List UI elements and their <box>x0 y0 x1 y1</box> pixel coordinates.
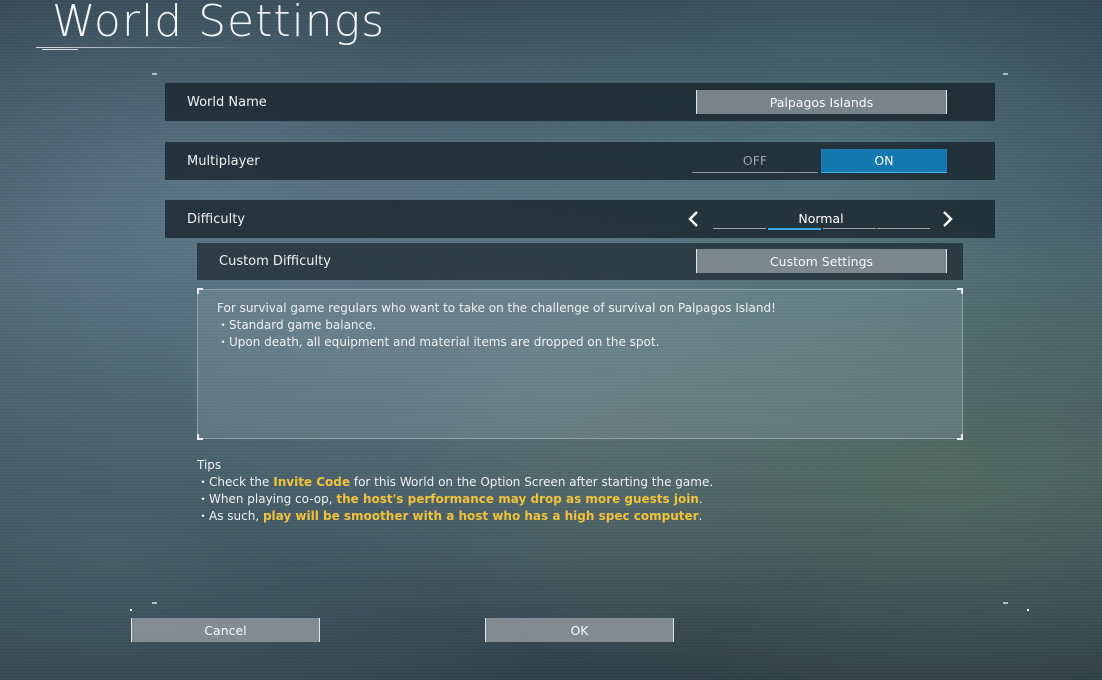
frame-corner <box>152 602 157 604</box>
tip-highlight: the host's performance may drop as more … <box>336 492 699 506</box>
multiplayer-row: Multiplayer OFF ON <box>165 142 995 180</box>
panel-bracket <box>197 288 203 294</box>
cancel-button[interactable]: Cancel <box>131 618 320 642</box>
title-underline <box>36 47 246 48</box>
multiplayer-label: Multiplayer <box>187 153 260 169</box>
difficulty-segment <box>823 228 876 229</box>
panel-bracket <box>957 288 963 294</box>
difficulty-value: Normal <box>798 211 844 226</box>
description-line: ・Upon death, all equipment and material … <box>217 335 660 349</box>
difficulty-segment <box>877 228 930 229</box>
tip-text: ・Check the <box>197 475 274 489</box>
tips-section: Tips ・Check the Invite Code for this Wor… <box>197 457 713 525</box>
tip-line: ・When playing co-op, the host's performa… <box>197 491 713 508</box>
difficulty-segment <box>713 228 766 229</box>
tips-heading: Tips <box>197 458 222 472</box>
frame-corner <box>1003 73 1008 75</box>
tip-text: ・When playing co-op, <box>197 492 337 506</box>
description-line: ・Standard game balance. <box>217 318 377 332</box>
difficulty-label: Difficulty <box>187 211 245 227</box>
difficulty-row: Difficulty Normal <box>165 200 995 238</box>
tip-text: . <box>698 509 703 523</box>
world-name-label: World Name <box>187 94 267 110</box>
world-name-row: World Name Palpagos Islands <box>165 83 995 121</box>
tip-highlight: play will be smoother with a host who ha… <box>262 509 699 523</box>
chevron-right-icon[interactable] <box>938 210 956 228</box>
tip-line: ・As such, play will be smoother with a h… <box>197 508 713 525</box>
tip-highlight: Invite Code <box>273 475 351 489</box>
panel-bracket <box>957 434 963 440</box>
custom-difficulty-row: Custom Difficulty Custom Settings <box>197 243 963 280</box>
multiplayer-off-toggle[interactable]: OFF <box>692 149 818 173</box>
panel-bracket <box>197 434 203 440</box>
frame-dot <box>130 609 132 611</box>
ok-button[interactable]: OK <box>485 618 674 642</box>
title-underline-accent <box>42 49 78 50</box>
multiplayer-on-toggle[interactable]: ON <box>821 149 947 173</box>
tip-text: for this World on the Option Screen afte… <box>350 475 714 489</box>
custom-difficulty-label: Custom Difficulty <box>219 254 331 269</box>
tip-text: ・As such, <box>197 509 263 523</box>
tip-line: ・Check the Invite Code for this World on… <box>197 474 713 491</box>
page-title: World Settings <box>52 0 386 47</box>
world-name-field[interactable]: Palpagos Islands <box>696 90 947 114</box>
difficulty-segment-active <box>768 228 821 230</box>
tip-text: . <box>698 492 703 506</box>
frame-corner <box>152 73 157 75</box>
difficulty-description: For survival game regulars who want to t… <box>197 289 963 439</box>
chevron-left-icon[interactable] <box>685 210 703 228</box>
custom-settings-button[interactable]: Custom Settings <box>696 249 947 273</box>
frame-corner <box>1003 602 1008 604</box>
description-line: For survival game regulars who want to t… <box>217 301 776 315</box>
frame-dot <box>1027 609 1029 611</box>
